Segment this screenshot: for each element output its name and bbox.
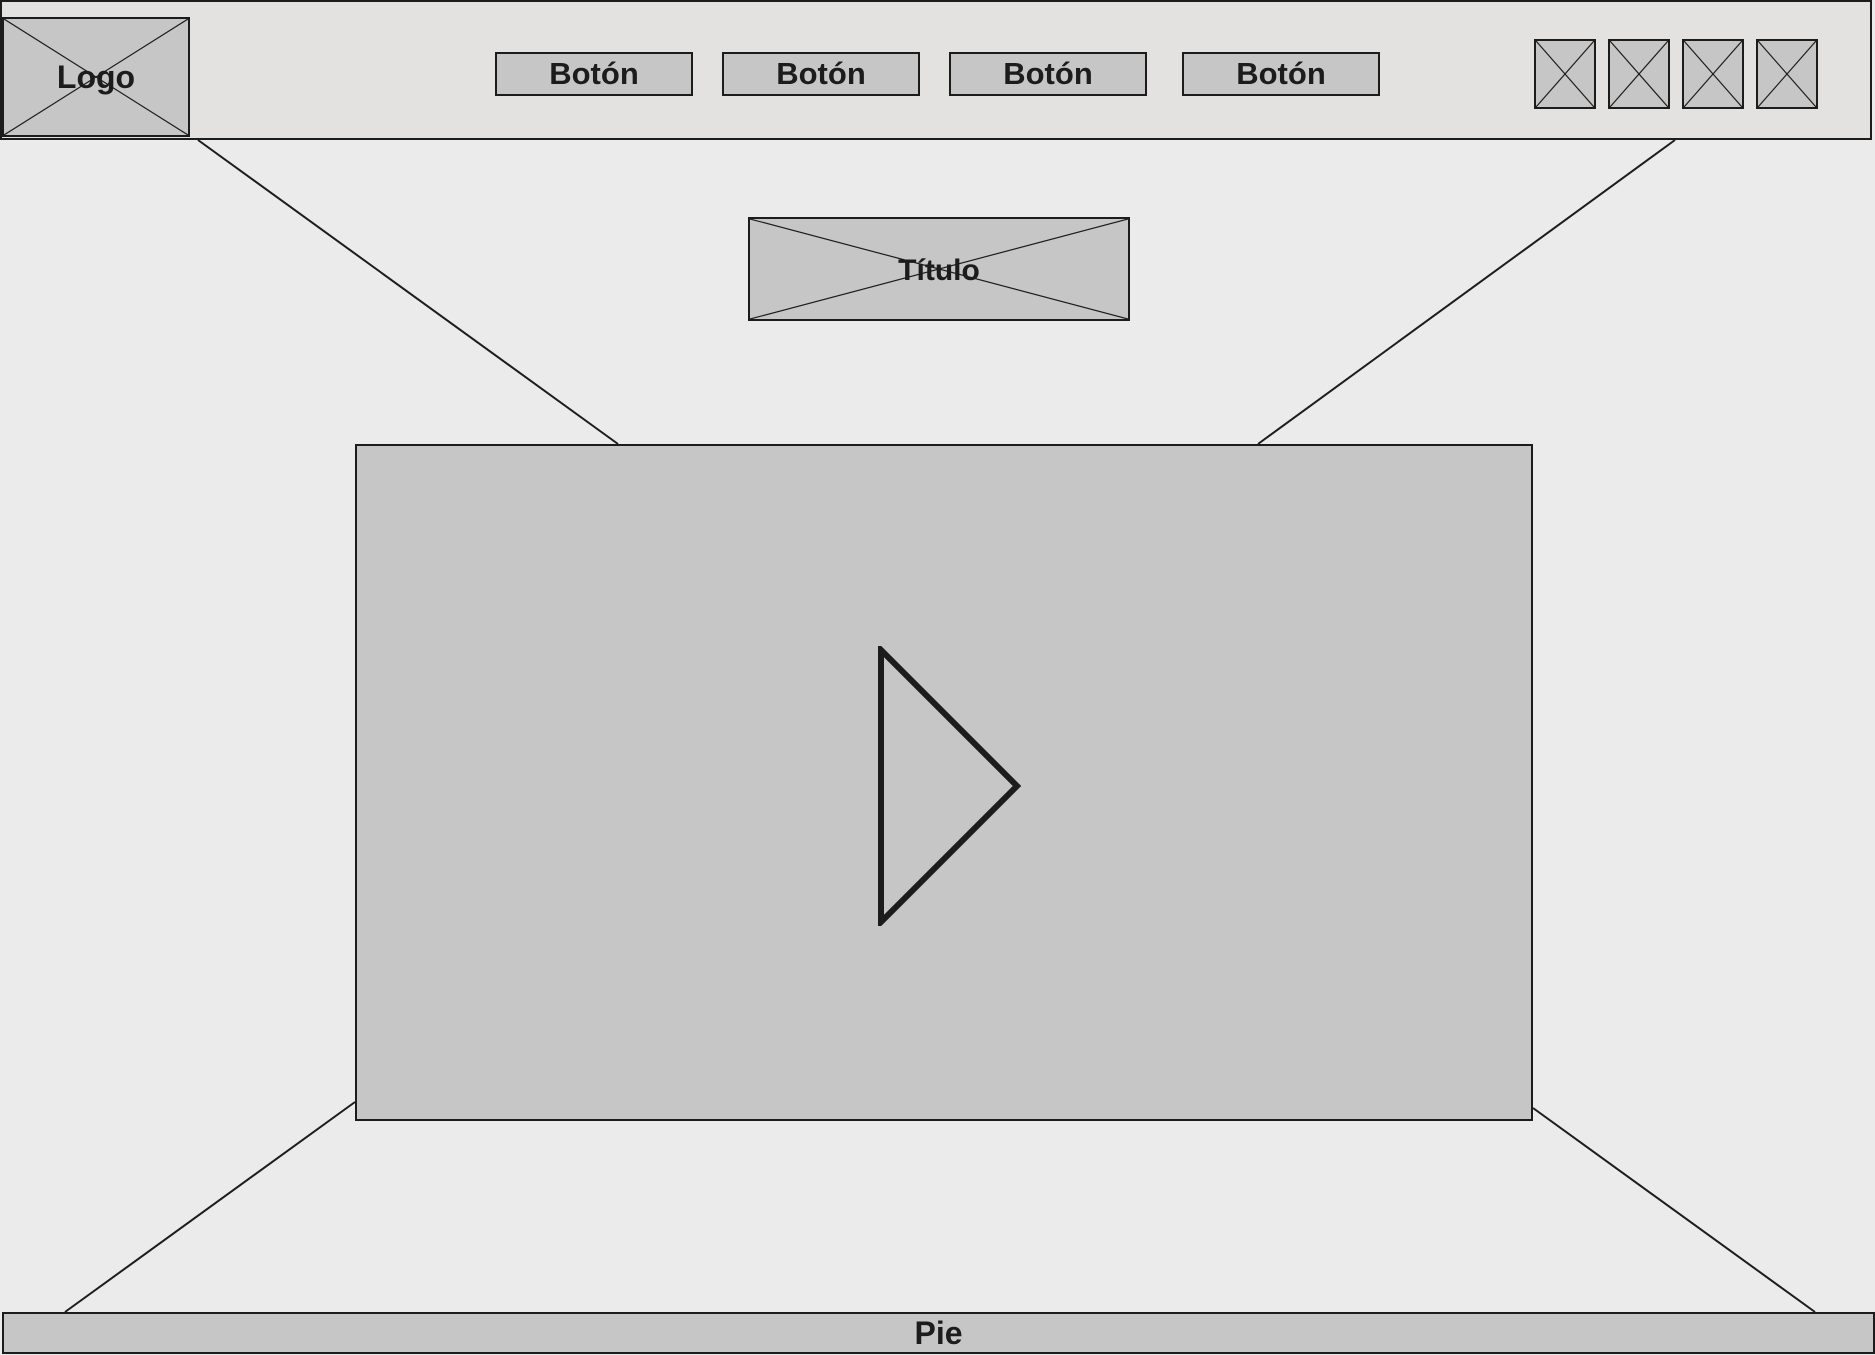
guide-line-top-left xyxy=(197,139,619,445)
header-icon-4[interactable] xyxy=(1756,39,1818,109)
play-icon[interactable] xyxy=(877,646,1027,926)
nav-button-2[interactable]: Botón xyxy=(722,52,920,96)
guide-line-bottom-right xyxy=(1532,1107,1816,1313)
page-title: Título xyxy=(898,254,980,287)
logo-label: Logo xyxy=(56,58,136,95)
nav-button-1[interactable]: Botón xyxy=(495,52,693,96)
video-player[interactable] xyxy=(355,444,1533,1121)
title-placeholder: Título xyxy=(748,217,1130,321)
nav-button-4[interactable]: Botón xyxy=(1182,52,1380,96)
image-placeholder-icon xyxy=(1610,41,1668,107)
image-placeholder-icon xyxy=(1684,41,1742,107)
logo[interactable]: Logo xyxy=(2,17,190,137)
header-icon-1[interactable] xyxy=(1534,39,1596,109)
guide-line-top-right xyxy=(1257,139,1676,445)
header-icon-3[interactable] xyxy=(1682,39,1744,109)
header-icon-2[interactable] xyxy=(1608,39,1670,109)
header-bar: Logo Botón Botón Botón Botón xyxy=(0,0,1872,140)
wireframe-page: Logo Botón Botón Botón Botón Título Pie xyxy=(0,0,1875,1355)
footer: Pie xyxy=(2,1312,1875,1354)
guide-line-bottom-left xyxy=(64,1101,356,1313)
nav-button-3[interactable]: Botón xyxy=(949,52,1147,96)
image-placeholder-icon xyxy=(1536,41,1594,107)
image-placeholder-icon xyxy=(1758,41,1816,107)
